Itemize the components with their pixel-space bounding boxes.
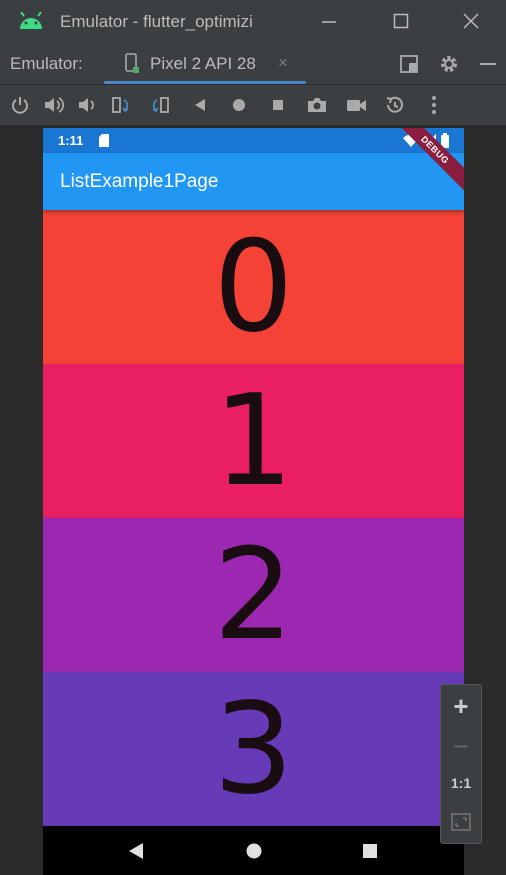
home-icon[interactable] xyxy=(228,94,250,116)
device-screen[interactable]: 1:11 DEBUG ListExample1Page 0 1 2 3 xyxy=(43,128,464,875)
emulator-label: Emulator: xyxy=(10,54,83,73)
app-bar: ListExample1Page xyxy=(43,153,464,210)
gear-icon[interactable] xyxy=(438,53,460,75)
volume-up-icon[interactable] xyxy=(42,94,65,116)
volume-down-icon[interactable] xyxy=(76,94,98,116)
tab-active-indicator xyxy=(104,81,306,84)
list-item[interactable]: 2 xyxy=(43,518,464,672)
zoom-out-button[interactable]: − xyxy=(441,731,481,762)
list-item-number: 3 xyxy=(213,674,294,822)
window-title-bar: Emulator - flutter_optimizi xyxy=(0,0,506,44)
sd-card-icon xyxy=(99,134,109,152)
back-icon[interactable] xyxy=(189,94,211,116)
nav-back-icon[interactable] xyxy=(128,842,144,865)
list-view[interactable]: 0 1 2 3 xyxy=(43,210,464,828)
power-icon[interactable] xyxy=(9,94,31,116)
phone-device-icon xyxy=(124,53,140,80)
list-item[interactable]: 0 xyxy=(43,210,464,364)
tab-label: Pixel 2 API 28 xyxy=(150,54,256,73)
screen-record-icon[interactable] xyxy=(345,94,367,116)
tab-close-icon[interactable]: × xyxy=(278,53,288,73)
fit-screen-icon[interactable] xyxy=(441,813,481,836)
minimize-button[interactable] xyxy=(314,8,344,36)
android-icon xyxy=(18,11,44,35)
list-item-number: 0 xyxy=(213,212,294,360)
emulator-tool-header: Emulator: Pixel 2 API 28 × xyxy=(0,44,506,85)
tab-pixel-2-api-28[interactable]: Pixel 2 API 28 × xyxy=(104,44,306,84)
android-nav-bar xyxy=(43,828,464,875)
android-status-bar: 1:11 xyxy=(43,128,464,153)
maximize-button[interactable] xyxy=(386,8,416,36)
list-item-number: 2 xyxy=(213,520,294,668)
emulator-toolbar xyxy=(0,85,506,125)
app-title: ListExample1Page xyxy=(60,171,219,192)
actual-size-button[interactable]: 1:1 xyxy=(441,775,481,791)
list-item-number: 1 xyxy=(213,366,294,514)
rotate-left-icon[interactable] xyxy=(110,94,132,116)
list-item[interactable]: 3 xyxy=(43,672,464,826)
window-title: Emulator - flutter_optimizi xyxy=(60,12,253,31)
list-item[interactable]: 1 xyxy=(43,364,464,518)
screenshot-icon[interactable] xyxy=(306,94,328,116)
zoom-in-button[interactable]: + xyxy=(441,691,481,722)
layout-toggle-icon[interactable] xyxy=(398,53,420,75)
nav-overview-icon[interactable] xyxy=(361,842,379,865)
overview-icon[interactable] xyxy=(267,94,289,116)
rotate-right-icon[interactable] xyxy=(149,94,171,116)
more-icon[interactable] xyxy=(423,94,445,116)
close-button[interactable] xyxy=(456,8,486,36)
status-time: 1:11 xyxy=(58,133,84,148)
snapshot-icon[interactable] xyxy=(384,94,406,116)
zoom-panel: + − 1:1 xyxy=(440,684,482,844)
nav-home-icon[interactable] xyxy=(245,842,263,865)
hide-panel-icon[interactable] xyxy=(477,53,499,75)
